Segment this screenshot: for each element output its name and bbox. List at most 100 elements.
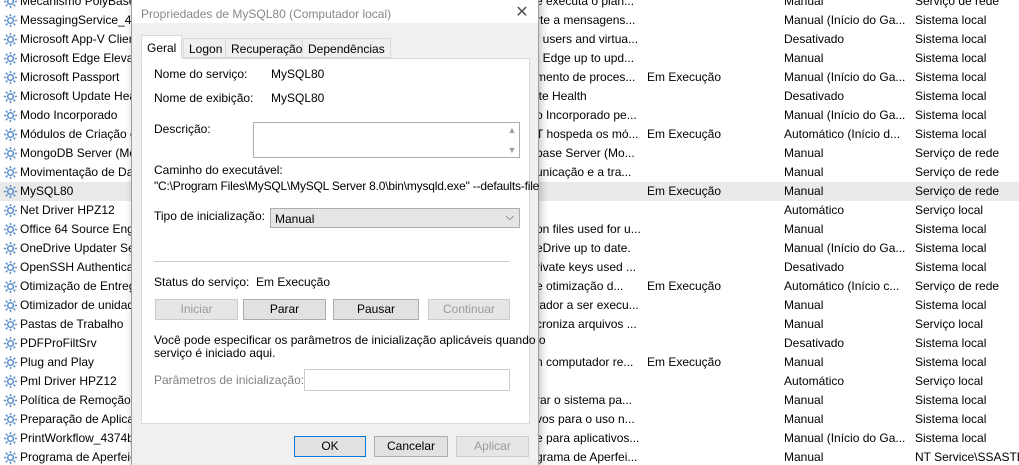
service-logon: Sistema local: [915, 89, 987, 103]
cancel-button[interactable]: Cancelar: [374, 436, 448, 457]
service-description: e executa o plan...: [536, 0, 635, 8]
service-description: mento de proces...: [536, 70, 636, 84]
apply-button[interactable]: Aplicar: [456, 436, 529, 457]
service-logon: Serviço local: [915, 317, 984, 331]
service-logon: Sistema local: [915, 70, 987, 84]
startup-type-select[interactable]: Manual ⌵: [270, 208, 520, 228]
service-logon: Serviço local: [915, 203, 984, 217]
status-value: Em Execução: [256, 275, 331, 289]
service-startup-type: Desativado: [784, 260, 845, 274]
service-logon: Sistema local: [915, 393, 987, 407]
service-status: Em Execução: [647, 355, 722, 369]
exe-path-value: "C:\Program Files\MySQL\MySQL Server 8.0…: [154, 179, 540, 193]
gear-icon: [3, 32, 18, 47]
gear-icon: [3, 393, 18, 408]
gear-icon: [3, 317, 18, 332]
gear-icon: [3, 51, 18, 66]
service-status: Em Execução: [647, 184, 722, 198]
service-startup-type: Desativado: [784, 32, 845, 46]
gear-icon: [3, 298, 18, 313]
service-startup-type: Automático: [784, 203, 845, 217]
service-startup-type: Desativado: [784, 336, 845, 350]
service-startup-type: Manual: [784, 184, 824, 198]
chevron-down-icon: ⌵: [505, 211, 514, 223]
gear-icon: [3, 450, 18, 465]
ok-button[interactable]: OK: [294, 436, 366, 457]
params-input[interactable]: [304, 369, 510, 391]
service-name: Otimizador de unidades: [20, 298, 147, 312]
dialog-title: Propriedades de MySQL80 (Computador loca…: [141, 7, 392, 21]
service-startup-type: Manual: [784, 222, 824, 236]
hint-text-line1: Você pode especificar os parâmetros de i…: [154, 333, 546, 347]
service-name: PrintWorkflow_4374b: [20, 431, 134, 445]
service-startup-type: Desativado: [784, 89, 845, 103]
service-description: cronizа arquivos ...: [536, 317, 637, 331]
tab-dependencias[interactable]: Dependências: [302, 38, 391, 58]
service-description: t Edge up to upd...: [536, 51, 635, 65]
stop-button[interactable]: Parar: [243, 299, 326, 320]
service-logon: Sistema local: [915, 412, 987, 426]
dialog-title-bar[interactable]: Propriedades de MySQL80 (Computador loca…: [132, 0, 538, 23]
tab-geral[interactable]: Geral: [141, 35, 183, 59]
gear-icon: [3, 431, 18, 446]
service-startup-type: Manual (Início do Ga...: [784, 70, 906, 84]
service-logon: Sistema local: [915, 108, 987, 122]
gear-icon: [3, 70, 18, 85]
gear-icon: [3, 108, 18, 123]
tab-recuperacao[interactable]: Recuperação: [225, 38, 309, 58]
gear-icon: [3, 374, 18, 389]
gear-icon: [3, 412, 18, 427]
startup-type-label: Tipo de inicialização:: [154, 209, 265, 223]
service-logon: NT Service\SSASTEL: [915, 450, 1019, 464]
service-logon: Sistema local: [915, 51, 987, 65]
service-description: grama de Aperfei...: [536, 450, 638, 464]
service-name: Política de Remoção: [20, 393, 131, 407]
service-name: Módulos de Criação de: [20, 127, 144, 141]
service-name: Net Driver HPZ12: [20, 203, 115, 217]
tab-logon[interactable]: Logon: [183, 38, 229, 58]
service-logon: Sistema local: [915, 32, 987, 46]
service-description: rar o sistema pa...: [536, 393, 633, 407]
service-logon: Sistema local: [915, 127, 987, 141]
service-name: Otimização de Entrega: [20, 279, 143, 293]
params-label: Parâmetros de inicialização:: [154, 373, 305, 387]
gear-icon: [3, 0, 18, 9]
service-name: Microsoft Update Health: [20, 89, 149, 103]
service-name: MongoDB Server (Mong: [20, 146, 150, 160]
display-name-value: MySQL80: [271, 91, 325, 105]
service-name-label: Nome do serviço:: [154, 67, 248, 81]
status-label: Status do serviço:: [154, 275, 250, 289]
service-name: Plug and Play: [20, 355, 95, 369]
gear-icon: [3, 184, 18, 199]
service-logon: Serviço de rede: [915, 0, 1000, 8]
scroll-up-icon[interactable]: ▲: [507, 125, 517, 135]
service-description: rivate keys used ...: [536, 260, 637, 274]
tab-panel-geral: Nome do serviço: MySQL80 Nome de exibiçã…: [141, 58, 546, 424]
service-name: Microsoft Passport: [20, 70, 120, 84]
service-logon: Sistema local: [915, 241, 987, 255]
service-description: T hospeda os mó...: [536, 127, 639, 141]
service-startup-type: Manual: [784, 146, 824, 160]
service-startup-type: Manual: [784, 317, 824, 331]
service-name: Pml Driver HPZ12: [20, 374, 117, 388]
gear-icon: [3, 127, 18, 142]
service-startup-type: Manual (Início do Ga...: [784, 241, 906, 255]
service-name: MySQL80: [20, 184, 74, 198]
description-box[interactable]: ▲ ▼: [253, 122, 520, 158]
gear-icon: [3, 203, 18, 218]
gear-icon: [3, 13, 18, 28]
pause-button[interactable]: Pausar: [333, 299, 419, 320]
service-name-value: MySQL80: [271, 67, 325, 81]
service-startup-type: Manual: [784, 298, 824, 312]
display-name-label: Nome de exibição:: [154, 91, 254, 105]
service-startup-type: Manual (Início do Ga...: [784, 431, 906, 445]
service-status: Em Execução: [647, 279, 722, 293]
gear-icon: [3, 279, 18, 294]
service-logon: Serviço de rede: [915, 184, 1000, 198]
scroll-down-icon[interactable]: ▼: [507, 145, 517, 155]
continue-button[interactable]: Continuar: [428, 299, 510, 320]
start-button[interactable]: Iniciar: [155, 299, 238, 320]
service-status: Em Execução: [647, 70, 722, 84]
close-icon[interactable]: ✕: [514, 5, 530, 21]
exe-path-label: Caminho do executável:: [154, 163, 283, 177]
